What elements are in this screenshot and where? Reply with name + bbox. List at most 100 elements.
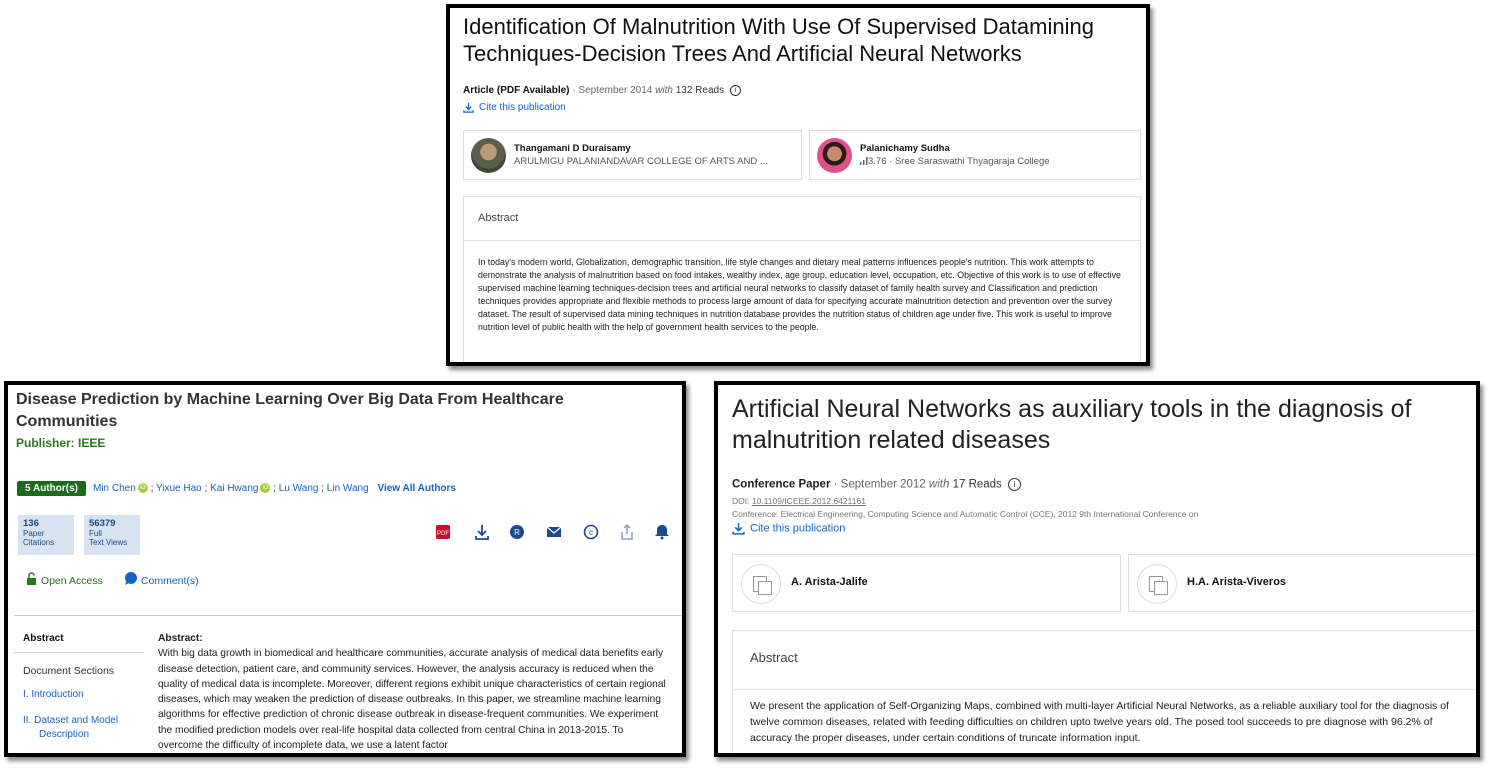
reads-count: 132 Reads: [675, 85, 725, 97]
svg-text:c: c: [589, 528, 593, 537]
author-name[interactable]: H.A. Arista-Viveros: [1187, 576, 1286, 588]
metric-label: Paper: [23, 528, 45, 538]
text-views-metric[interactable]: 56379 Full Text Views: [84, 515, 140, 555]
divider: [14, 652, 144, 653]
abstract-heading: Abstract:: [158, 633, 203, 644]
abstract-heading: Abstract: [750, 650, 798, 665]
info-icon[interactable]: i: [729, 85, 741, 96]
avatar-placeholder-icon[interactable]: [741, 564, 781, 604]
metric-label: Full: [89, 528, 102, 538]
metric-value: 136: [23, 518, 39, 529]
author-affiliation: 3.76 · Sree Saraswathi Thyagaraja Colleg…: [860, 156, 1050, 167]
rights-icon[interactable]: R: [508, 523, 526, 541]
svg-text:R: R: [514, 528, 520, 537]
publisher-label: Publisher: IEEE: [16, 436, 106, 450]
abstract-body: Abstract: With big data growth in biomed…: [158, 631, 670, 753]
sidebar-item-abstract[interactable]: Abstract: [23, 633, 64, 644]
abstract-text: In today's modern world, Globalization, …: [478, 257, 1121, 332]
sidebar-item-dataset[interactable]: II. Dataset and Model Description: [23, 714, 118, 742]
sidebar-item-introduction[interactable]: I. Introduction: [23, 689, 84, 700]
metric-label: Citations: [23, 538, 55, 547]
publication-meta: Conference Paper · September 2012 with 1…: [732, 478, 1022, 491]
author-card[interactable]: H.A. Arista-Viveros: [1128, 554, 1476, 612]
author-card[interactable]: A. Arista-Jalife: [732, 554, 1121, 612]
author-card[interactable]: Palanichamy Sudha 3.76 · Sree Saraswathi…: [809, 130, 1141, 180]
author-card[interactable]: Thangamani D Duraisamy ARULMIGU PALANIAN…: [463, 130, 802, 180]
separator: ;: [318, 483, 327, 494]
pdf-icon[interactable]: PDF: [434, 523, 452, 541]
orcid-icon[interactable]: iD: [260, 483, 271, 494]
rg-score: 3.76: [868, 156, 887, 167]
affiliation-text: Sree Saraswathi Thyagaraja College: [894, 156, 1050, 167]
orcid-icon[interactable]: iD: [137, 483, 148, 494]
cite-label: Cite this publication: [479, 102, 566, 114]
abstract-header: Abstract: [732, 630, 1476, 689]
bell-icon[interactable]: [653, 523, 671, 541]
doi-line: DOI: 10.1109/ICEEE.2012.6421161: [732, 496, 866, 506]
avatar-placeholder-icon[interactable]: [1137, 564, 1177, 604]
document-sections-heading: Document Sections: [23, 665, 115, 677]
reads-count: 17 Reads: [952, 478, 1002, 491]
download-icon: [732, 523, 745, 535]
author-link[interactable]: Kai Hwang: [210, 483, 258, 494]
ieee-article-panel: Disease Prediction by Machine Learning O…: [4, 381, 686, 757]
author-link[interactable]: Lu Wang: [279, 483, 319, 494]
researchgate-conference-panel: Artificial Neural Networks as auxiliary …: [714, 381, 1480, 757]
separator: ;: [270, 483, 279, 494]
score-bars-icon: [860, 157, 868, 166]
open-access-badge: Open Access: [26, 572, 103, 587]
abstract-header: Abstract: [463, 196, 1141, 240]
section-label: Description: [39, 729, 90, 740]
metric-value: 56379: [89, 518, 116, 529]
page-title: Disease Prediction by Machine Learning O…: [16, 391, 564, 430]
publication-date: September 2012: [840, 478, 926, 491]
doi-label: DOI:: [732, 496, 750, 506]
unlock-icon: [27, 572, 36, 585]
author-name[interactable]: Thangamani D Duraisamy: [514, 143, 631, 154]
author-affiliation: ARULMIGU PALANIANDAVAR COLLEGE OF ARTS A…: [514, 156, 768, 167]
publication-type[interactable]: Conference Paper: [732, 479, 830, 491]
page-title: Identification Of Malnutrition With Use …: [463, 14, 1094, 66]
divider: [14, 615, 682, 616]
researchgate-article-panel: Identification Of Malnutrition With Use …: [446, 4, 1150, 366]
metric-label: Text Views: [89, 538, 128, 547]
avatar[interactable]: [471, 138, 506, 173]
share-icon[interactable]: [618, 523, 636, 541]
cite-button[interactable]: Cite this publication: [463, 102, 566, 113]
with-label: with: [655, 85, 673, 97]
abstract-body: In today's modern world, Globalization, …: [463, 240, 1141, 362]
author-name[interactable]: A. Arista-Jalife: [791, 576, 868, 588]
download-icon[interactable]: [473, 523, 491, 541]
publication-meta: Article (PDF Available) · September 2014…: [463, 85, 741, 96]
comments-label: Comment(s): [140, 575, 199, 587]
author-link[interactable]: Min Chen: [93, 483, 136, 494]
citations-metric[interactable]: 136 Paper Citations: [18, 515, 74, 555]
publication-type[interactable]: Article (PDF Available): [463, 85, 570, 96]
author-link[interactable]: Yixue Hao: [156, 483, 202, 494]
author-name[interactable]: Palanichamy Sudha: [860, 143, 950, 154]
authors-badge[interactable]: 5 Author(s): [17, 481, 86, 496]
avatar[interactable]: [817, 138, 852, 173]
section-label: II. Dataset and Model: [23, 715, 119, 726]
author-link[interactable]: Lin Wang: [327, 483, 369, 494]
abstract-body: We present the application of Self-Organ…: [732, 689, 1476, 753]
comments-link[interactable]: Comment(s): [124, 572, 199, 587]
separator: ;: [147, 483, 156, 494]
download-icon: [463, 102, 474, 113]
cite-button[interactable]: Cite this publication: [732, 522, 845, 535]
email-icon[interactable]: [545, 523, 563, 541]
info-icon[interactable]: i: [1008, 478, 1022, 491]
abstract-heading: Abstract: [478, 212, 519, 224]
open-access-label: Open Access: [40, 575, 103, 587]
with-label: with: [928, 478, 950, 491]
abstract-text: We present the application of Self-Organ…: [750, 700, 1449, 744]
separator: ;: [201, 483, 211, 494]
doi-link[interactable]: 10.1109/ICEEE.2012.6421161: [752, 496, 866, 506]
view-all-authors-link[interactable]: View All Authors: [377, 483, 456, 494]
abstract-text: With big data growth in biomedical and h…: [158, 648, 666, 752]
copyright-icon[interactable]: c: [582, 523, 600, 541]
publication-date: September 2014: [578, 85, 653, 97]
svg-text:PDF: PDF: [437, 531, 449, 537]
conference-line: Conference: Electrical Engineering, Comp…: [732, 509, 1199, 519]
author-list: Min Chen iD ; Yixue Hao ; Kai Hwang iD ; L…: [93, 483, 456, 494]
